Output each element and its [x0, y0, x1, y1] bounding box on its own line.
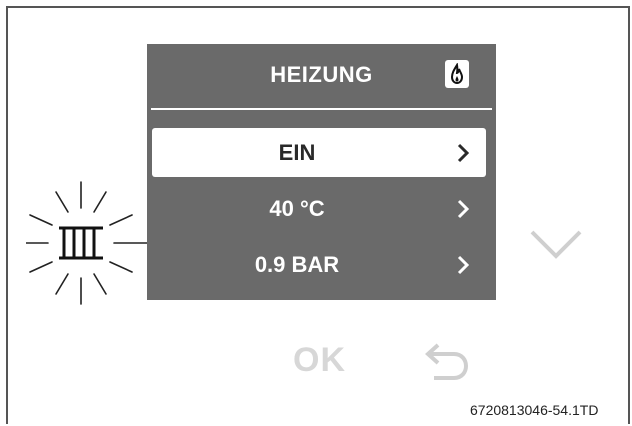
ok-button[interactable]: OK [293, 341, 346, 380]
menu-item-temperature[interactable]: 40 °C [152, 184, 486, 233]
menu-item-label: EIN [278, 140, 316, 165]
title-divider [151, 108, 492, 110]
chevron-down-icon[interactable] [528, 226, 584, 267]
menu-item-label: 40 °C [269, 196, 325, 221]
radiator-flashing-icon [25, 180, 156, 315]
menu-item-label: 0.9 BAR [254, 252, 340, 277]
flame-icon [445, 60, 469, 88]
chevron-right-icon [456, 255, 470, 281]
back-arrow-icon[interactable] [420, 342, 472, 387]
figure-code: 6720813046-54.1TD [470, 402, 599, 418]
menu-item-ein[interactable]: EIN [152, 128, 486, 177]
menu-item-pressure[interactable]: 0.9 BAR [152, 240, 486, 289]
chevron-right-icon [456, 199, 470, 225]
screen-title: HEIZUNG [270, 62, 373, 87]
chevron-right-icon [456, 143, 470, 169]
display-screen: HEIZUNG EIN 40 °C 0.9 BAR [147, 44, 496, 300]
